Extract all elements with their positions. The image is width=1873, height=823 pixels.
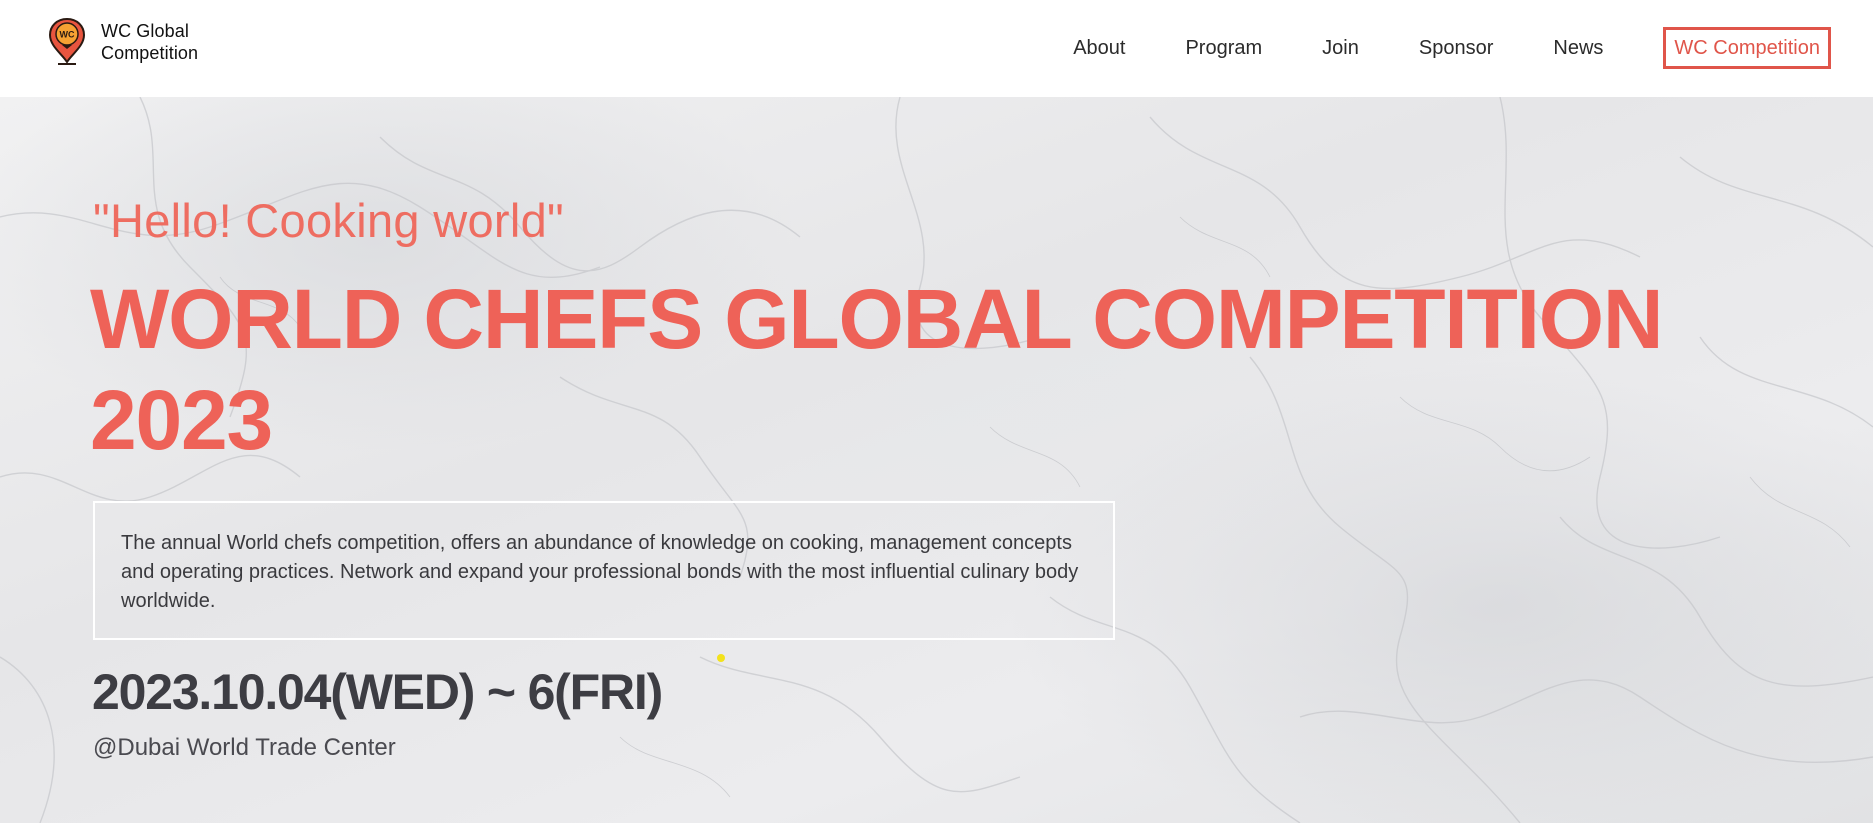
event-venue: @Dubai World Trade Center xyxy=(93,734,396,761)
nav-news[interactable]: News xyxy=(1553,37,1603,60)
brand-name: WC Global Competition xyxy=(101,20,198,64)
brand-name-line1: WC Global xyxy=(101,21,189,41)
nav-join[interactable]: Join xyxy=(1322,37,1359,60)
cursor-indicator xyxy=(717,654,725,662)
brand-name-line2: Competition xyxy=(101,43,199,63)
hero-headline: WORLD CHEFS GLOBAL COMPETITION 2023 xyxy=(90,269,1790,471)
headline-line2: 2023 xyxy=(90,373,273,467)
site-header: WC WC Global Competition About Program J… xyxy=(0,0,1873,97)
hero-section: "Hello! Cooking world" WORLD CHEFS GLOBA… xyxy=(0,97,1873,823)
nav-about[interactable]: About xyxy=(1073,37,1125,60)
headline-line1: WORLD CHEFS GLOBAL COMPETITION xyxy=(90,272,1664,366)
event-date: 2023.10.04(WED) ~ 6(FRI) xyxy=(92,664,663,720)
main-nav: About Program Join Sponsor News WC Compe… xyxy=(1073,27,1831,69)
description-box: The annual World chefs competition, offe… xyxy=(93,501,1115,640)
brand-link[interactable]: WC WC Global Competition xyxy=(48,18,198,66)
wc-competition-button[interactable]: WC Competition xyxy=(1663,27,1831,69)
hero-tagline: "Hello! Cooking world" xyxy=(93,194,565,247)
logo-monogram: WC xyxy=(60,30,75,40)
map-pin-logo-icon: WC xyxy=(48,18,86,65)
nav-sponsor[interactable]: Sponsor xyxy=(1419,37,1494,60)
hero-description: The annual World chefs competition, offe… xyxy=(121,532,1079,612)
nav-program[interactable]: Program xyxy=(1185,37,1262,60)
